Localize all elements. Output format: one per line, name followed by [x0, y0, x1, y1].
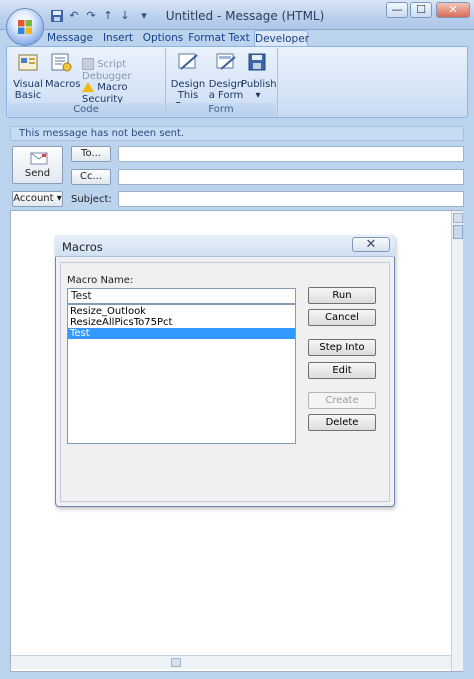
step-into-button[interactable]: Step Into — [308, 339, 376, 356]
create-button[interactable]: Create — [308, 392, 376, 409]
visual-basic-button[interactable]: Visual Basic — [12, 52, 44, 102]
hscroll-thumb[interactable] — [171, 658, 181, 667]
undo-icon[interactable]: ↶ — [67, 9, 81, 23]
to-button[interactable]: To... — [71, 146, 111, 162]
code-group-label: Code — [8, 103, 164, 116]
list-item[interactable]: ResizeAllPicsTo75Pct — [68, 317, 295, 328]
close-button[interactable]: ✕ — [436, 2, 470, 18]
tab-options[interactable]: Options — [140, 30, 186, 47]
send-icon — [30, 152, 48, 165]
info-bar: This message has not been sent. — [10, 126, 464, 141]
horizontal-scrollbar[interactable] — [11, 655, 451, 669]
list-item-selected[interactable]: Test — [68, 328, 295, 339]
customize-qat-icon[interactable]: ▾ — [137, 9, 151, 23]
tab-message[interactable]: Message — [44, 30, 96, 47]
account-dropdown-icon: ▾ — [56, 193, 62, 204]
script-debugger-icon — [82, 58, 94, 70]
visual-basic-label-2: Basic — [14, 90, 42, 101]
visual-basic-icon — [18, 54, 38, 71]
design-a-form-button[interactable]: Design a Form — [208, 52, 244, 102]
vertical-scrollbar[interactable] — [451, 211, 463, 671]
cc-field[interactable] — [118, 169, 464, 185]
down-arrow-icon[interactable]: ↓ — [118, 9, 132, 23]
design-this-form-label-1: Design — [170, 79, 206, 90]
list-item[interactable]: Resize_Outlook — [68, 306, 295, 317]
group-separator — [277, 48, 278, 116]
send-button[interactable]: Send — [12, 146, 63, 184]
form-group-label: Form — [166, 103, 276, 116]
design-a-form-label-1: Design — [208, 79, 244, 90]
design-a-form-label-2: a Form — [208, 90, 244, 101]
macros-label: Macros — [45, 79, 81, 90]
maximize-button[interactable]: ☐ — [410, 2, 432, 18]
window-title: Untitled - Message (HTML) — [165, 9, 325, 23]
subject-field[interactable] — [118, 191, 464, 207]
office-logo-icon — [18, 20, 32, 34]
account-button[interactable]: Account ▾ — [12, 191, 63, 207]
macros-button[interactable]: Macros — [45, 52, 81, 102]
dialog-title: Macros — [62, 240, 103, 254]
macro-name-input[interactable]: Test — [67, 288, 296, 304]
visual-basic-label-1: Visual — [13, 79, 43, 90]
up-arrow-icon[interactable]: ↑ — [101, 9, 115, 23]
dialog-close-button[interactable]: ✕ — [352, 237, 390, 252]
minimize-button[interactable]: — — [386, 2, 408, 18]
tab-insert[interactable]: Insert — [98, 30, 138, 47]
tab-format-text[interactable]: Format Text — [188, 30, 250, 47]
design-form-icon — [178, 53, 198, 70]
publish-button[interactable]: Publish ▾ — [241, 52, 277, 102]
run-button[interactable]: Run — [308, 287, 376, 304]
macro-name-label: Macro Name: — [67, 275, 134, 286]
macros-icon — [51, 53, 72, 72]
cc-button[interactable]: Cc... — [71, 169, 111, 185]
warning-icon — [82, 82, 94, 92]
script-debugger-button[interactable]: Script Debugger — [82, 58, 162, 83]
redo-icon[interactable]: ↷ — [84, 9, 98, 23]
send-label: Send — [24, 168, 51, 179]
tab-developer[interactable]: Developer — [254, 30, 309, 47]
publish-label: Publish — [241, 79, 277, 90]
scroll-thumb[interactable] — [453, 225, 463, 239]
subject-label: Subject: — [71, 194, 112, 205]
to-field[interactable] — [118, 146, 464, 162]
design-a-form-icon — [216, 53, 236, 70]
scroll-up-icon[interactable] — [453, 213, 463, 223]
edit-button[interactable]: Edit — [308, 362, 376, 379]
publish-dropdown-icon: ▾ — [255, 90, 261, 101]
save-icon[interactable] — [50, 9, 64, 23]
cancel-button[interactable]: Cancel — [308, 309, 376, 326]
dialog-title-bar — [55, 235, 395, 257]
delete-button[interactable]: Delete — [308, 414, 376, 431]
publish-icon — [248, 53, 266, 71]
office-button[interactable] — [6, 8, 44, 46]
design-this-form-button[interactable]: Design This Form — [168, 52, 208, 112]
account-label: Account — [13, 193, 54, 204]
